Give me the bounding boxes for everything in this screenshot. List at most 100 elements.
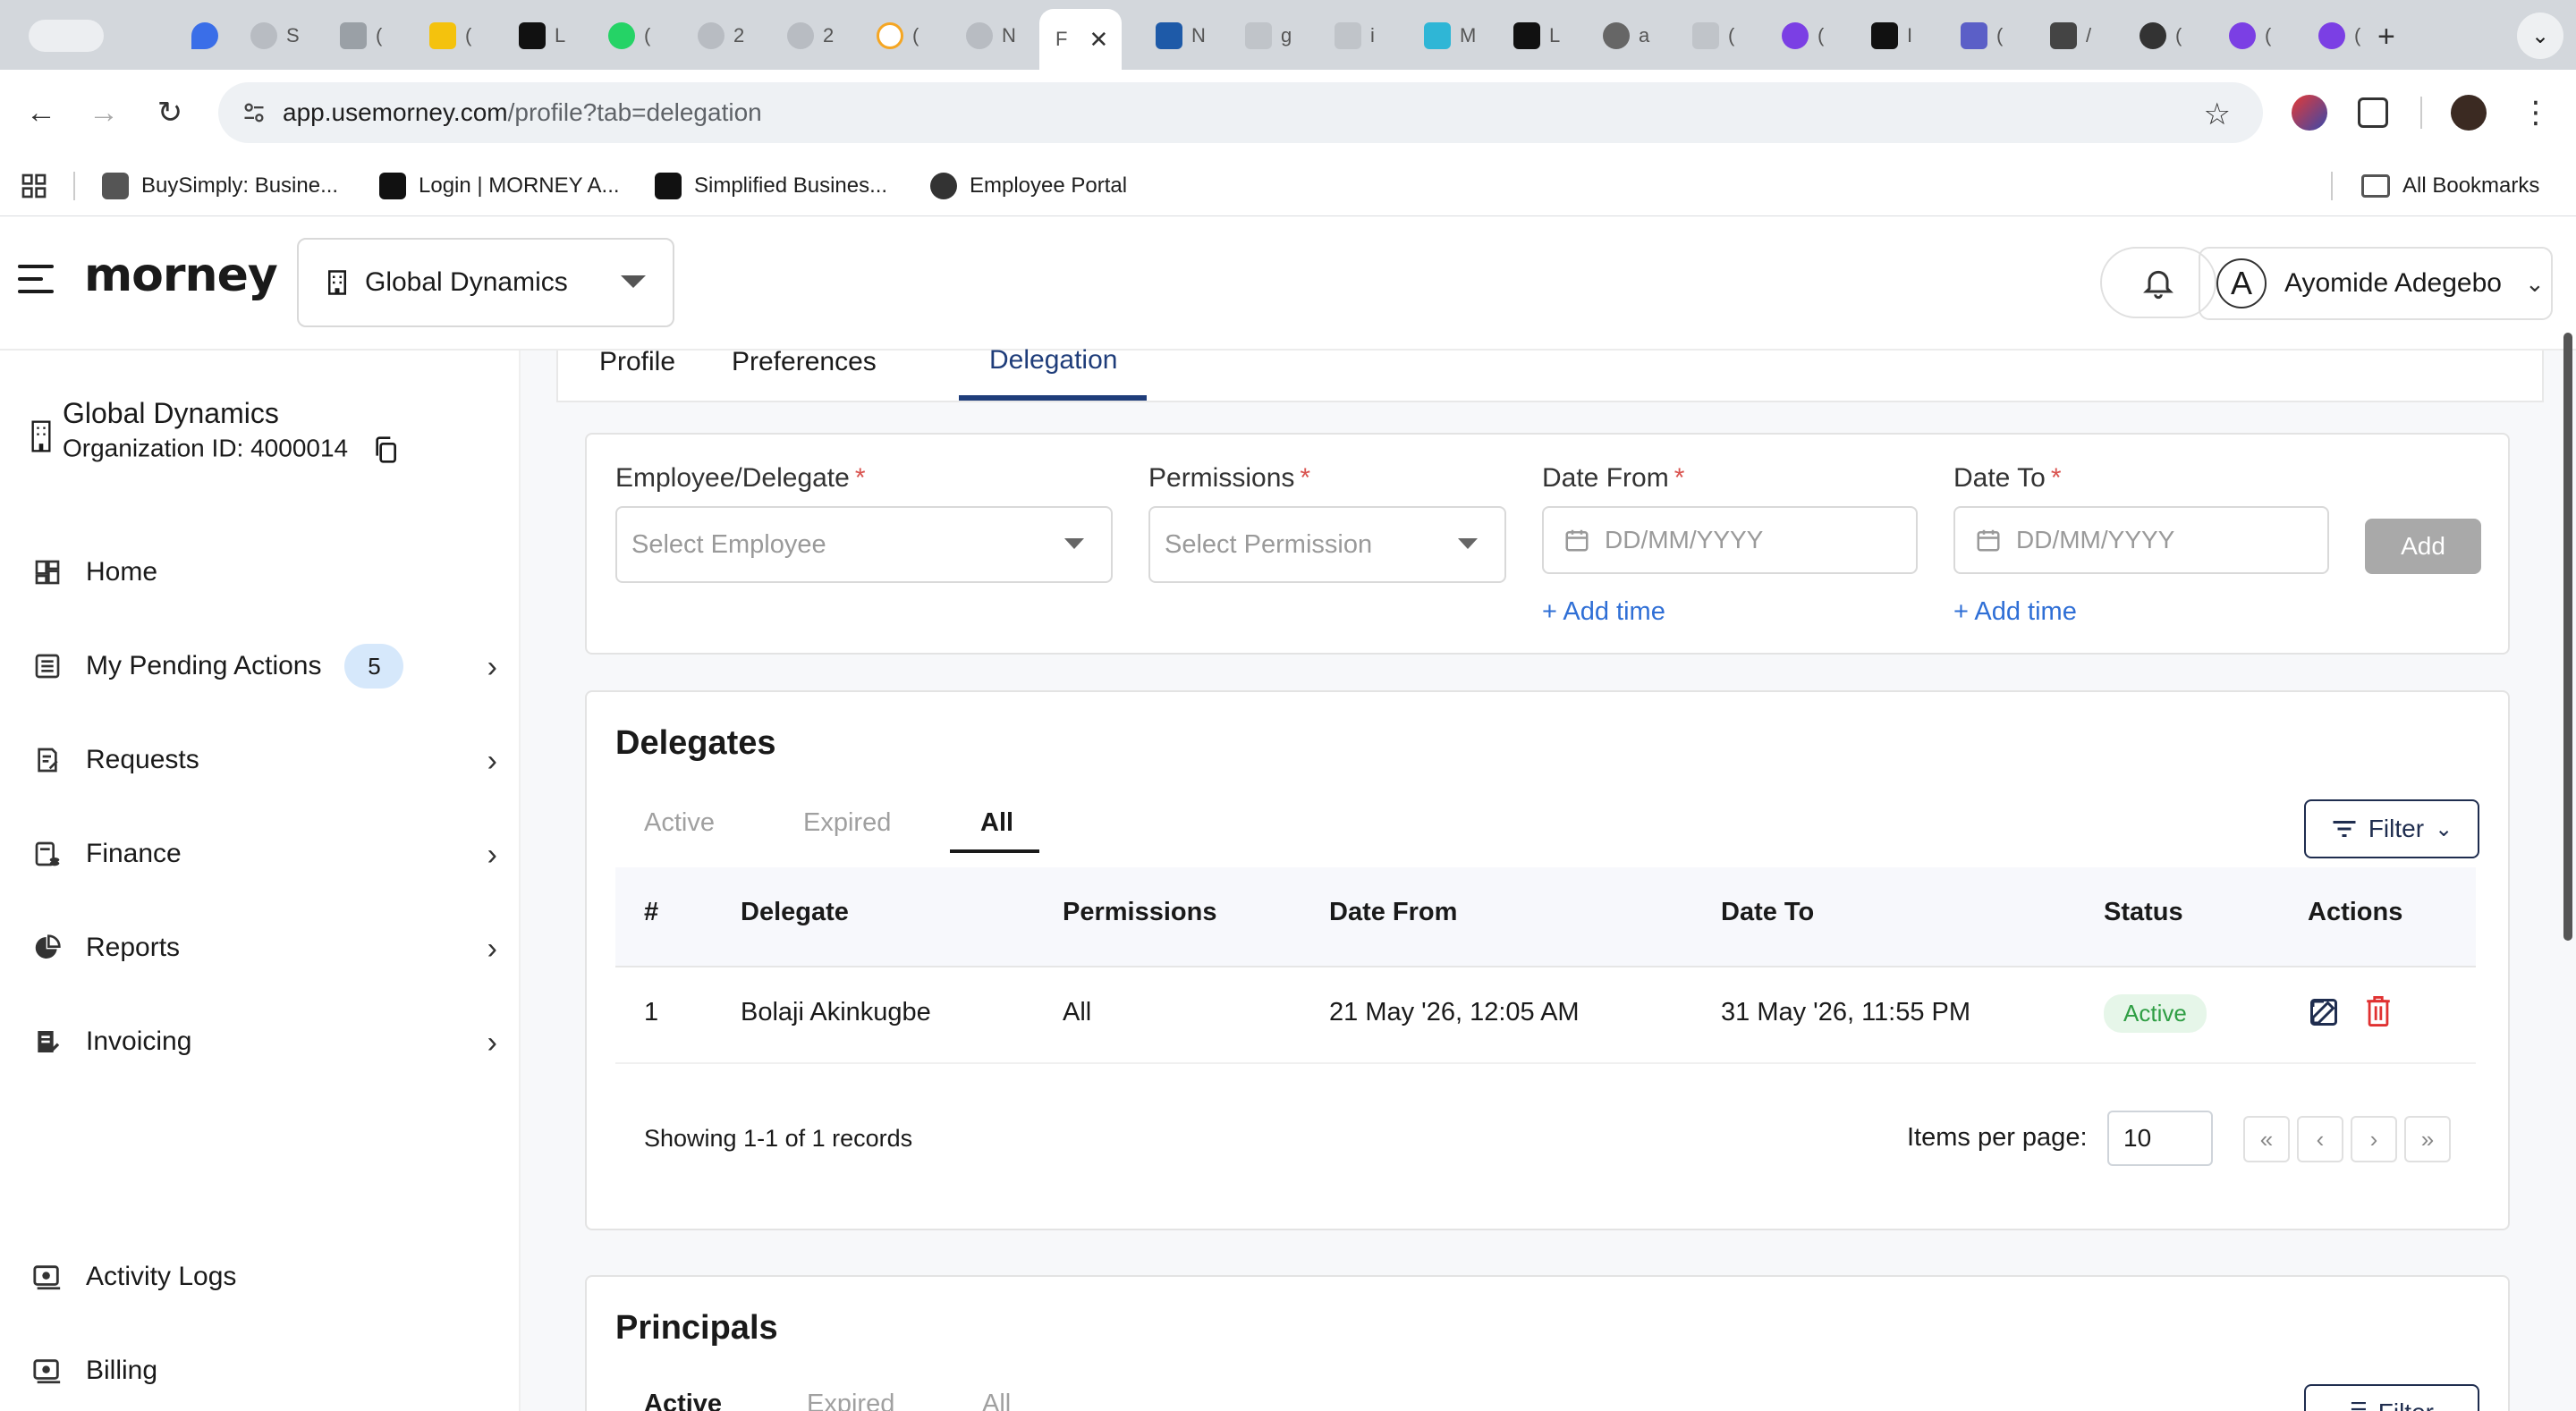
browser-tab[interactable]: ( xyxy=(1766,13,1848,59)
date-to-input[interactable]: DD/MM/YYYY xyxy=(1953,506,2329,574)
copy-icon[interactable] xyxy=(371,434,400,466)
organization-selector[interactable]: Global Dynamics xyxy=(297,238,674,327)
tab-menu-button[interactable]: ⌄ xyxy=(2517,13,2563,59)
back-button[interactable]: ← xyxy=(20,91,63,134)
sidebar-item-billing[interactable]: Billing xyxy=(32,1344,497,1398)
reload-button[interactable]: ↻ xyxy=(148,91,191,134)
browser-tab[interactable]: 2 xyxy=(682,13,764,59)
bookmark-simplified[interactable]: Simplified Busines... xyxy=(655,168,887,204)
principals-tab-active[interactable]: Active xyxy=(644,1390,722,1411)
browser-tab[interactable]: / xyxy=(2034,13,2116,59)
browser-tab[interactable]: ( xyxy=(860,13,943,59)
puzzle-icon[interactable] xyxy=(2358,97,2388,128)
delegates-tab-active[interactable]: Active xyxy=(644,808,715,838)
browser-tab[interactable]: N xyxy=(950,13,1032,59)
previous-page-button[interactable]: ‹ xyxy=(2297,1116,2343,1162)
browser-tab[interactable]: ( xyxy=(1945,13,2027,59)
browser-tab[interactable]: ( xyxy=(324,13,406,59)
delegates-tab-expired[interactable]: Expired xyxy=(803,808,891,838)
extension-icon[interactable] xyxy=(2292,95,2327,131)
delegates-tab-all[interactable]: All xyxy=(980,808,1013,838)
row-number: 1 xyxy=(644,998,659,1027)
sidebar-item-label: Billing xyxy=(86,1356,158,1385)
last-page-button[interactable]: » xyxy=(2404,1116,2451,1162)
site-settings-icon[interactable] xyxy=(242,100,267,125)
tab-profile[interactable]: Profile xyxy=(599,347,675,377)
tab-delegation[interactable]: Delegation xyxy=(989,345,1117,376)
sidebar-item-reports[interactable]: Reports › xyxy=(32,921,497,975)
sidebar-item-requests[interactable]: Requests › xyxy=(32,733,497,787)
browser-tab[interactable]: g xyxy=(1229,13,1311,59)
date-to-add-time-link[interactable]: + Add time xyxy=(1953,597,2077,627)
active-browser-tab[interactable]: F ✕ xyxy=(1039,9,1122,70)
bookmark-star-icon[interactable]: ☆ xyxy=(2204,97,2231,132)
browser-tab[interactable]: i xyxy=(1318,13,1401,59)
building-icon xyxy=(31,420,51,452)
browser-tab[interactable]: L xyxy=(1497,13,1580,59)
apps-grid-icon[interactable] xyxy=(20,168,48,204)
new-tab-button[interactable]: + xyxy=(2377,20,2395,55)
profile-avatar-icon[interactable] xyxy=(2451,95,2487,131)
more-menu-icon[interactable]: ⋮ xyxy=(2521,95,2551,131)
permissions-label-text: Permissions xyxy=(1148,463,1295,493)
delegates-filter-button[interactable]: Filter ⌄ xyxy=(2304,799,2479,858)
sidebar-item-invoicing[interactable]: Invoicing › xyxy=(32,1015,497,1069)
permissions-select[interactable]: Select Permission xyxy=(1148,506,1506,583)
page-scrollbar[interactable] xyxy=(2563,333,2572,941)
browser-tab[interactable]: ( xyxy=(1676,13,1758,59)
bookmark-buysimply[interactable]: BuySimply: Busine... xyxy=(102,168,338,204)
all-bookmarks[interactable]: All Bookmarks xyxy=(2361,168,2539,204)
bookmark-employee-portal[interactable]: Employee Portal xyxy=(930,168,1127,204)
sidebar-item-finance[interactable]: Finance › xyxy=(32,827,497,881)
tab-title: ( xyxy=(376,24,383,46)
org-id-text: Organization ID: 4000014 xyxy=(63,434,349,462)
forward-button[interactable]: → xyxy=(82,91,125,134)
edit-icon[interactable] xyxy=(2308,996,2340,1028)
morney-logo[interactable]: morney xyxy=(84,249,278,302)
sidebar-item-pending-actions[interactable]: My Pending Actions 5 › xyxy=(32,639,497,693)
browser-tab[interactable]: I xyxy=(1855,13,1937,59)
browser-tab[interactable]: 2 xyxy=(771,13,853,59)
date-from-input[interactable]: DD/MM/YYYY xyxy=(1542,506,1918,574)
bookmarks-divider xyxy=(2331,172,2333,200)
principals-tab-expired[interactable]: Expired xyxy=(807,1390,894,1411)
tab-title: L xyxy=(555,24,566,46)
sidebar-item-activity-logs[interactable]: Activity Logs xyxy=(32,1250,497,1304)
bookmark-morney-login[interactable]: Login | MORNEY A... xyxy=(379,168,620,204)
double-chevron-right-icon: » xyxy=(2420,1125,2435,1153)
tab-preferences[interactable]: Preferences xyxy=(732,347,877,377)
hamburger-menu-icon[interactable] xyxy=(18,265,54,293)
browser-tab[interactable]: ( xyxy=(413,13,496,59)
browser-tab[interactable]: N xyxy=(1140,13,1222,59)
tab-search[interactable] xyxy=(13,13,138,59)
items-per-page-input[interactable]: 10 xyxy=(2107,1111,2213,1166)
browser-tab[interactable]: a xyxy=(1587,13,1669,59)
close-tab-icon[interactable]: ✕ xyxy=(1089,26,1108,54)
tab-favicon xyxy=(2050,22,2077,49)
sidebar-org-name: Global Dynamics xyxy=(63,397,279,429)
date-from-add-time-link[interactable]: + Add time xyxy=(1542,597,1665,627)
principals-filter-button[interactable]: ☰ Filter xyxy=(2304,1384,2479,1411)
chevron-right-icon: › xyxy=(487,838,497,872)
notes-icon xyxy=(429,22,456,49)
browser-tab[interactable]: ( xyxy=(2302,13,2385,59)
principals-tab-all[interactable]: All xyxy=(982,1390,1011,1411)
browser-tab[interactable]: L xyxy=(503,13,585,59)
add-delegate-button[interactable]: Add xyxy=(2365,519,2481,574)
browser-tab[interactable]: S xyxy=(234,13,317,59)
address-bar[interactable]: app.usemorney.com/profile?tab=delegation… xyxy=(218,82,2263,143)
browser-tab[interactable]: ( xyxy=(2213,13,2295,59)
browser-tab[interactable]: M xyxy=(1408,13,1490,59)
browser-tab[interactable]: ( xyxy=(2123,13,2206,59)
user-menu-button[interactable]: A Ayomide Adegebo ⌄ xyxy=(2199,247,2553,320)
employee-select[interactable]: Select Employee xyxy=(615,506,1113,583)
invoice-icon xyxy=(32,1027,63,1057)
first-page-button[interactable]: « xyxy=(2243,1116,2290,1162)
next-page-button[interactable]: › xyxy=(2351,1116,2397,1162)
tab-favicon xyxy=(877,22,903,49)
delete-icon[interactable] xyxy=(2363,994,2394,1028)
sidebar-item-home[interactable]: Home xyxy=(32,545,497,599)
tab-title: ( xyxy=(912,24,919,46)
browser-tab[interactable]: ( xyxy=(592,13,674,59)
sidebar-item-label: Activity Logs xyxy=(86,1262,237,1291)
